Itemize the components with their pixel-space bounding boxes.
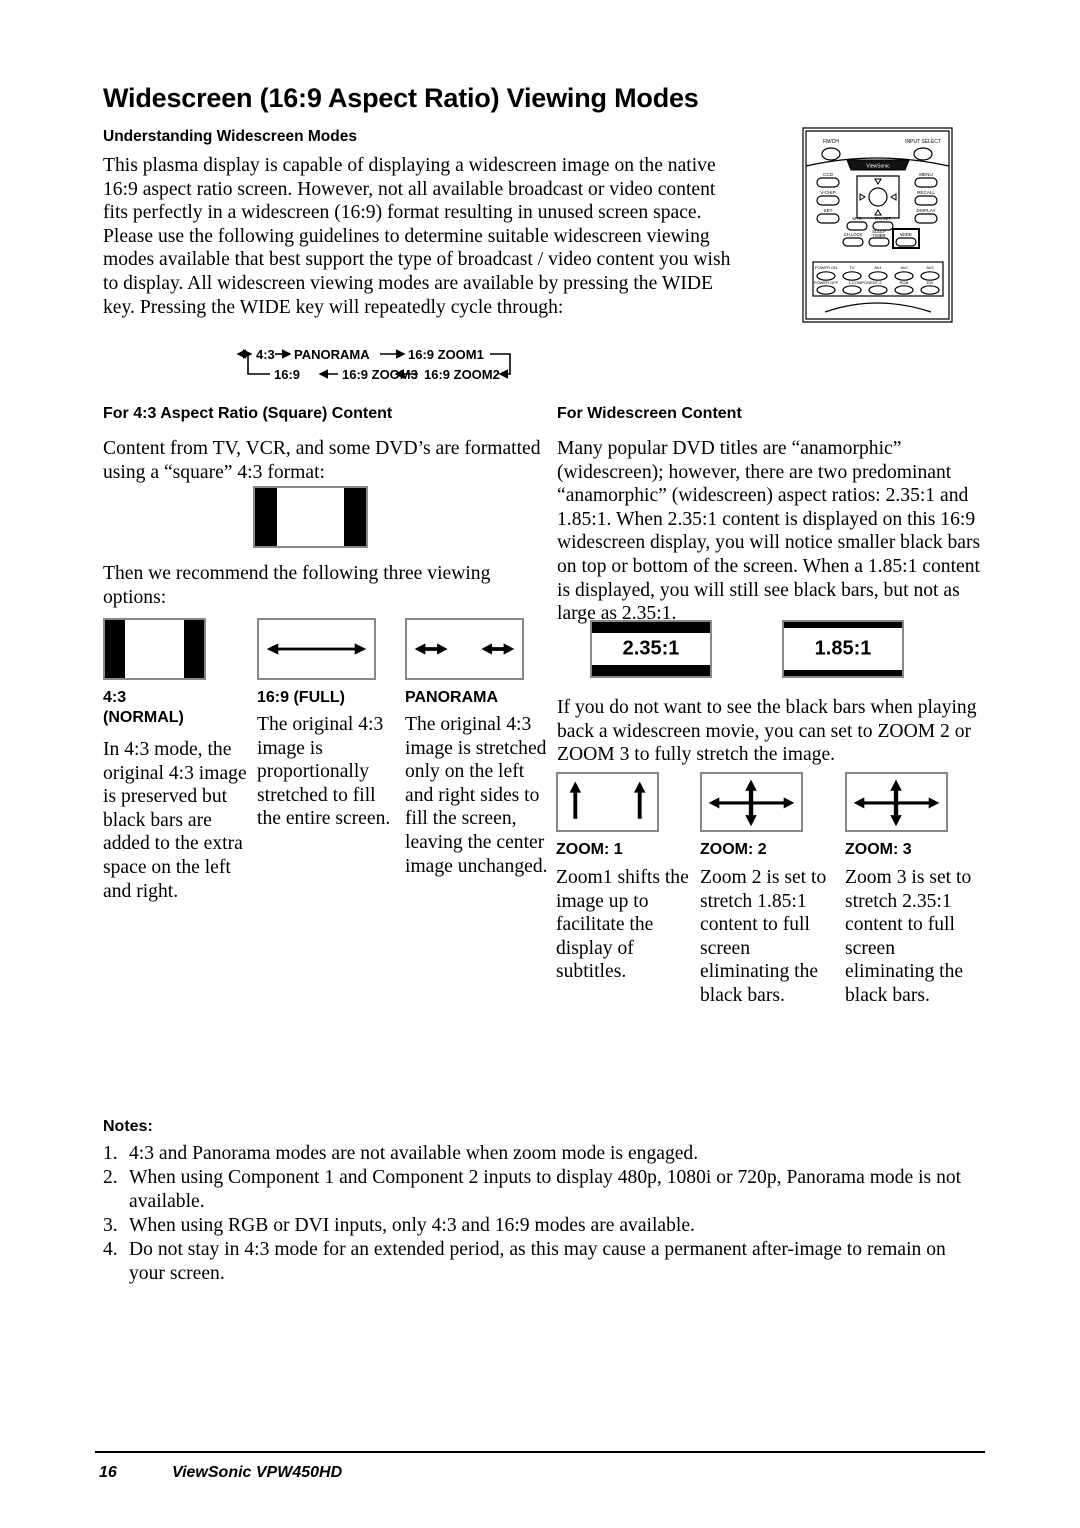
- note-item: 2. When using Component 1 and Component …: [103, 1166, 983, 1214]
- wide-key-cycle-diagram: 4:3 PANORAMA 16:9 ZOOM1 16:9 ZOOM2 16:9 …: [228, 344, 538, 386]
- paragraph-widescreen-content: Many popular DVD titles are “anamorphic”…: [557, 438, 981, 625]
- svg-text:16:9 ZOOM3: 16:9 ZOOM3: [342, 367, 418, 382]
- page-title: Widescreen (16:9 Aspect Ratio) Viewing M…: [103, 83, 699, 113]
- description-zoom-3: Zoom 3 is set to stretch 2.35:1 content …: [845, 867, 972, 1006]
- black-bar-right: [184, 620, 204, 678]
- label-zoom-2: ZOOM: 2: [700, 841, 767, 858]
- note-text: 4:3 and Panorama modes are not available…: [129, 1143, 699, 1164]
- ratio-label-185: 1.85:1: [814, 637, 872, 660]
- note-text: Do not stay in 4:3 mode for an extended …: [129, 1239, 946, 1284]
- note-number: 3.: [103, 1215, 118, 1236]
- label-line-1: 4:3: [103, 689, 127, 706]
- label-mode-43-normal: 4:3 (NORMAL): [103, 688, 184, 728]
- black-bar-left: [105, 620, 125, 678]
- note-number: 4.: [103, 1239, 118, 1260]
- svg-text:16:9: 16:9: [274, 367, 300, 382]
- notes-list: 1. 4:3 and Panorama modes are not availa…: [103, 1142, 983, 1286]
- footer-model-name: ViewSonic VPW450HD: [172, 1464, 343, 1481]
- black-bar-right: [343, 488, 366, 546]
- svg-text:CH.LOCK: CH.LOCK: [844, 232, 863, 237]
- svg-text:POWER OFF: POWER OFF: [814, 280, 839, 285]
- diagram-zoom-2: [700, 772, 803, 832]
- svg-text:MTS: MTS: [852, 216, 861, 221]
- heading-for-43-content: For 4:3 Aspect Ratio (Square) Content: [103, 405, 393, 422]
- svg-text:AV2: AV2: [900, 265, 908, 270]
- svg-text:FM/CH: FM/CH: [823, 139, 839, 145]
- manual-page: Widescreen (16:9 Aspect Ratio) Viewing M…: [0, 0, 1080, 1528]
- label-zoom-3: ZOOM: 3: [845, 841, 912, 858]
- svg-text:ViewSonic: ViewSonic: [866, 164, 890, 170]
- paragraph-three-viewing-options: Then we recommend the following three vi…: [103, 563, 491, 608]
- ratio-label-235: 2.35:1: [622, 637, 680, 660]
- svg-text:AV1: AV1: [874, 265, 882, 270]
- svg-text:1-COMPONENT-2: 1-COMPONENT-2: [849, 280, 883, 285]
- svg-text:TV: TV: [849, 265, 854, 270]
- svg-text:16:9 ZOOM2: 16:9 ZOOM2: [424, 367, 500, 382]
- diagram-ratio-185: 1.85:1: [782, 620, 904, 678]
- black-bar-bottom: [784, 670, 902, 676]
- footer-page-number: 16: [99, 1464, 117, 1481]
- paragraph-43-content: Content from TV, VCR, and some DVD’s are…: [103, 438, 541, 483]
- svg-text:RGB: RGB: [900, 280, 909, 285]
- svg-text:SET: SET: [824, 208, 833, 213]
- svg-text:DISPLAY: DISPLAY: [916, 208, 935, 213]
- diagram-mode-43-normal: [103, 618, 206, 680]
- svg-text:TIMER: TIMER: [872, 233, 885, 238]
- svg-text:CCD: CCD: [823, 172, 834, 177]
- section-subtitle: Understanding Widescreen Modes: [103, 128, 357, 145]
- svg-text:DVI: DVI: [927, 280, 934, 285]
- notes-heading: Notes:: [103, 1118, 153, 1135]
- paragraph-zoom-intro: If you do not want to see the black bars…: [557, 697, 977, 766]
- description-mode-43-normal: In 4:3 mode, the original 4:3 image is p…: [103, 739, 247, 902]
- footer-divider: [95, 1451, 985, 1453]
- svg-text:WIDE: WIDE: [900, 232, 912, 237]
- svg-text:INPUT SELECT: INPUT SELECT: [905, 139, 941, 145]
- description-mode-panorama: The original 4:3 image is stretched only…: [405, 714, 548, 877]
- diagram-mode-panorama: [405, 618, 524, 680]
- note-item: 4. Do not stay in 4:3 mode for an extend…: [103, 1238, 983, 1286]
- diagram-ratio-235: 2.35:1: [590, 620, 712, 678]
- black-bar-top: [784, 622, 902, 628]
- diagram-43-square-content: [253, 486, 368, 548]
- note-item: 3. When using RGB or DVI inputs, only 4:…: [103, 1214, 983, 1238]
- note-text: When using RGB or DVI inputs, only 4:3 a…: [129, 1215, 695, 1236]
- svg-text:FAVSET: FAVSET: [875, 216, 892, 221]
- description-mode-169-full: The original 4:3 image is proportionally…: [257, 714, 391, 830]
- black-bar-top: [592, 622, 710, 633]
- note-number: 1.: [103, 1143, 118, 1164]
- heading-for-widescreen-content: For Widescreen Content: [557, 405, 742, 422]
- note-item: 1. 4:3 and Panorama modes are not availa…: [103, 1142, 983, 1166]
- svg-text:MENU: MENU: [919, 172, 933, 177]
- diagram-mode-169-full: [257, 618, 376, 680]
- black-bar-left: [255, 488, 278, 546]
- label-mode-panorama: PANORAMA: [405, 689, 499, 706]
- note-text: When using Component 1 and Component 2 i…: [129, 1167, 962, 1212]
- svg-text:V-CHIP: V-CHIP: [820, 190, 835, 195]
- note-number: 2.: [103, 1167, 118, 1188]
- label-zoom-1: ZOOM: 1: [556, 841, 623, 858]
- svg-text:16:9 ZOOM1: 16:9 ZOOM1: [408, 347, 484, 362]
- svg-text:POWER ON: POWER ON: [815, 265, 837, 270]
- svg-text:PANORAMA: PANORAMA: [294, 347, 370, 362]
- black-bar-bottom: [592, 665, 710, 676]
- remote-control-illustration: FM/CH INPUT SELECT ViewSonic CCD V-CHIP …: [795, 126, 960, 326]
- description-zoom-2: Zoom 2 is set to stretch 1.85:1 content …: [700, 867, 827, 1006]
- intro-paragraph: This plasma display is capable of displa…: [103, 155, 731, 318]
- diagram-zoom-1: [556, 772, 659, 832]
- diagram-zoom-3: [845, 772, 948, 832]
- label-line-2: (NORMAL): [103, 709, 184, 726]
- svg-text:AV3: AV3: [926, 265, 934, 270]
- svg-text:RECALL: RECALL: [917, 190, 935, 195]
- label-mode-169-full: 16:9 (FULL): [257, 689, 345, 706]
- svg-text:4:3: 4:3: [256, 347, 275, 362]
- description-zoom-1: Zoom1 shifts the image up to facilitate …: [556, 867, 689, 983]
